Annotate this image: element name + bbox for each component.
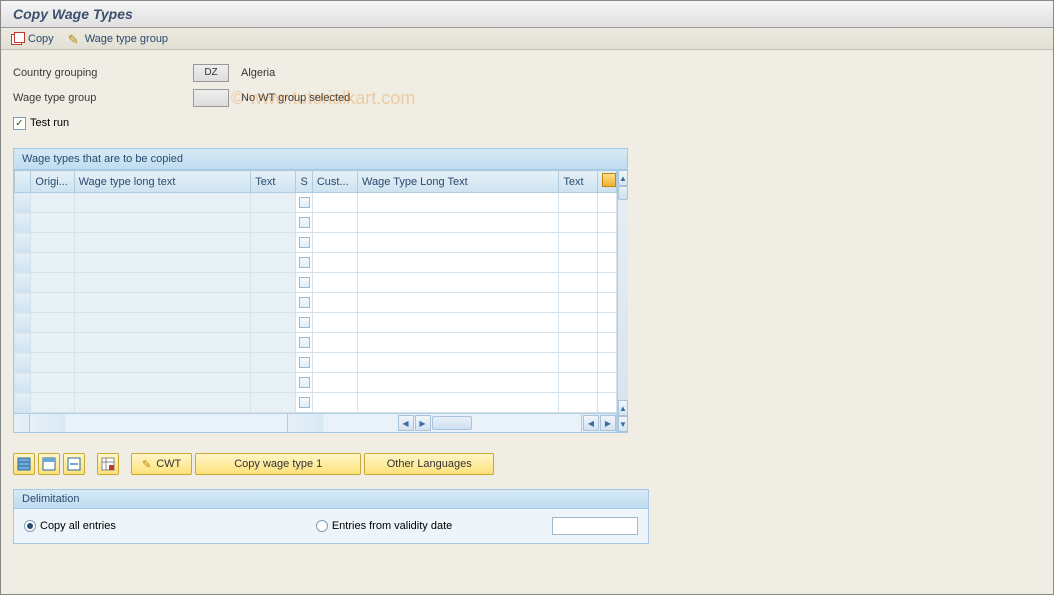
page-title: Copy Wage Types: [1, 1, 1053, 28]
table-row[interactable]: [15, 233, 617, 253]
s-checkbox[interactable]: [299, 317, 310, 328]
table-row[interactable]: [15, 333, 617, 353]
entries-from-label: Entries from validity date: [332, 520, 452, 532]
s-checkbox[interactable]: [299, 377, 310, 388]
s-checkbox[interactable]: [299, 197, 310, 208]
scroll-down-icon[interactable]: ▼: [618, 416, 628, 432]
s-checkbox[interactable]: [299, 297, 310, 308]
grid-container: Wage types that are to be copied: [13, 148, 628, 433]
col-cust[interactable]: Cust...: [312, 171, 357, 193]
col-wage-type-long-text-2[interactable]: Wage Type Long Text: [358, 171, 559, 193]
test-run-checkbox-wrap[interactable]: ✓ Test run: [13, 117, 69, 130]
s-checkbox[interactable]: [299, 357, 310, 368]
vscroll-thumb[interactable]: [618, 186, 628, 200]
scroll-up-icon[interactable]: ▲: [618, 170, 628, 186]
test-run-row: ✓ Test run: [13, 112, 1041, 134]
s-checkbox[interactable]: [299, 237, 310, 248]
hscroll-right-group[interactable]: ◀ ▶: [582, 414, 617, 432]
other-languages-label: Other Languages: [387, 458, 472, 470]
grid-minus-icon: [67, 457, 81, 471]
wage-type-group-button[interactable]: Wage type group: [68, 32, 168, 45]
table-settings-button[interactable]: [97, 453, 119, 475]
vscroll-track[interactable]: [618, 186, 628, 400]
country-grouping-row: Country grouping DZ Algeria: [13, 62, 1041, 84]
wage-type-group-input[interactable]: [193, 89, 229, 107]
validity-date-input[interactable]: [552, 517, 638, 535]
scroll-left-icon[interactable]: ◀: [398, 415, 414, 431]
toolbar: Copy Wage type group: [1, 28, 1053, 50]
select-all-button[interactable]: [13, 453, 35, 475]
table-row[interactable]: [15, 373, 617, 393]
grid-title: Wage types that are to be copied: [14, 149, 627, 170]
s-checkbox[interactable]: [299, 257, 310, 268]
table-row[interactable]: [15, 273, 617, 293]
col-origi[interactable]: Origi...: [31, 171, 74, 193]
country-grouping-input[interactable]: DZ: [193, 64, 229, 82]
table-row[interactable]: [15, 293, 617, 313]
scroll-right-icon[interactable]: ▶: [600, 415, 616, 431]
table-row[interactable]: [15, 393, 617, 413]
country-grouping-label: Country grouping: [13, 67, 193, 79]
col-text-2[interactable]: Text: [559, 171, 598, 193]
delimitation-panel: Delimitation Copy all entries Entries fr…: [13, 489, 649, 544]
table-header-row: Origi... Wage type long text Text S Cust…: [15, 171, 617, 193]
col-text[interactable]: Text: [251, 171, 296, 193]
copy-all-entries-radio[interactable]: Copy all entries: [24, 520, 116, 532]
pencil-icon: [68, 32, 81, 45]
cwt-button[interactable]: ✎ CWT: [131, 453, 192, 475]
wage-type-group-field-label: Wage type group: [13, 92, 193, 104]
s-checkbox[interactable]: [299, 397, 310, 408]
copy-icon: [11, 32, 24, 45]
copy-wage-type-1-label: Copy wage type 1: [234, 458, 322, 470]
radio-icon: [24, 520, 36, 532]
copy-label: Copy: [28, 33, 54, 45]
col-configure[interactable]: [598, 171, 617, 193]
configure-columns-icon[interactable]: [602, 173, 616, 187]
button-row: ✎ CWT Copy wage type 1 Other Languages: [13, 453, 1041, 475]
grid-highlight-icon: [42, 457, 56, 471]
test-run-label: Test run: [30, 117, 69, 129]
table-row[interactable]: [15, 253, 617, 273]
vertical-scrollbar[interactable]: ▲ ▲ ▼: [617, 170, 628, 432]
content-area: © www.tutorialkart.com Country grouping …: [1, 50, 1053, 556]
s-checkbox[interactable]: [299, 337, 310, 348]
wage-type-group-text: No WT group selected: [241, 92, 350, 104]
scroll-up-step-icon[interactable]: ▲: [618, 400, 628, 416]
radio-icon: [316, 520, 328, 532]
deselect-all-button[interactable]: [38, 453, 60, 475]
hscroll-left-group[interactable]: ◀ ▶: [288, 414, 582, 432]
grid-icon: [17, 457, 31, 471]
delete-row-button[interactable]: [63, 453, 85, 475]
col-wage-type-long-text[interactable]: Wage type long text: [74, 171, 251, 193]
horizontal-scroll-row: ◀ ▶ ◀ ▶: [14, 413, 617, 432]
country-grouping-text: Algeria: [241, 67, 275, 79]
table-row[interactable]: [15, 353, 617, 373]
table-row[interactable]: [15, 313, 617, 333]
table-row[interactable]: [15, 213, 617, 233]
test-run-checkbox[interactable]: ✓: [13, 117, 26, 130]
copy-wage-type-1-button[interactable]: Copy wage type 1: [195, 453, 361, 475]
wage-type-group-row: Wage type group No WT group selected: [13, 87, 1041, 109]
copy-all-label: Copy all entries: [40, 520, 116, 532]
cwt-label: CWT: [156, 458, 181, 470]
other-languages-button[interactable]: Other Languages: [364, 453, 494, 475]
wage-type-group-label: Wage type group: [85, 33, 168, 45]
s-checkbox[interactable]: [299, 217, 310, 228]
entries-from-validity-radio[interactable]: Entries from validity date: [316, 520, 452, 532]
table-icon: [101, 457, 115, 471]
scroll-left-icon[interactable]: ◀: [583, 415, 599, 431]
delimitation-title: Delimitation: [14, 490, 648, 509]
wage-types-table: Origi... Wage type long text Text S Cust…: [14, 170, 617, 413]
s-checkbox[interactable]: [299, 277, 310, 288]
col-selector[interactable]: [15, 171, 31, 193]
hscroll-thumb[interactable]: [432, 416, 472, 430]
scroll-right-icon[interactable]: ▶: [415, 415, 431, 431]
table-row[interactable]: [15, 193, 617, 213]
edit-icon: ✎: [142, 458, 151, 471]
copy-button[interactable]: Copy: [11, 32, 54, 45]
col-s[interactable]: S: [296, 171, 312, 193]
